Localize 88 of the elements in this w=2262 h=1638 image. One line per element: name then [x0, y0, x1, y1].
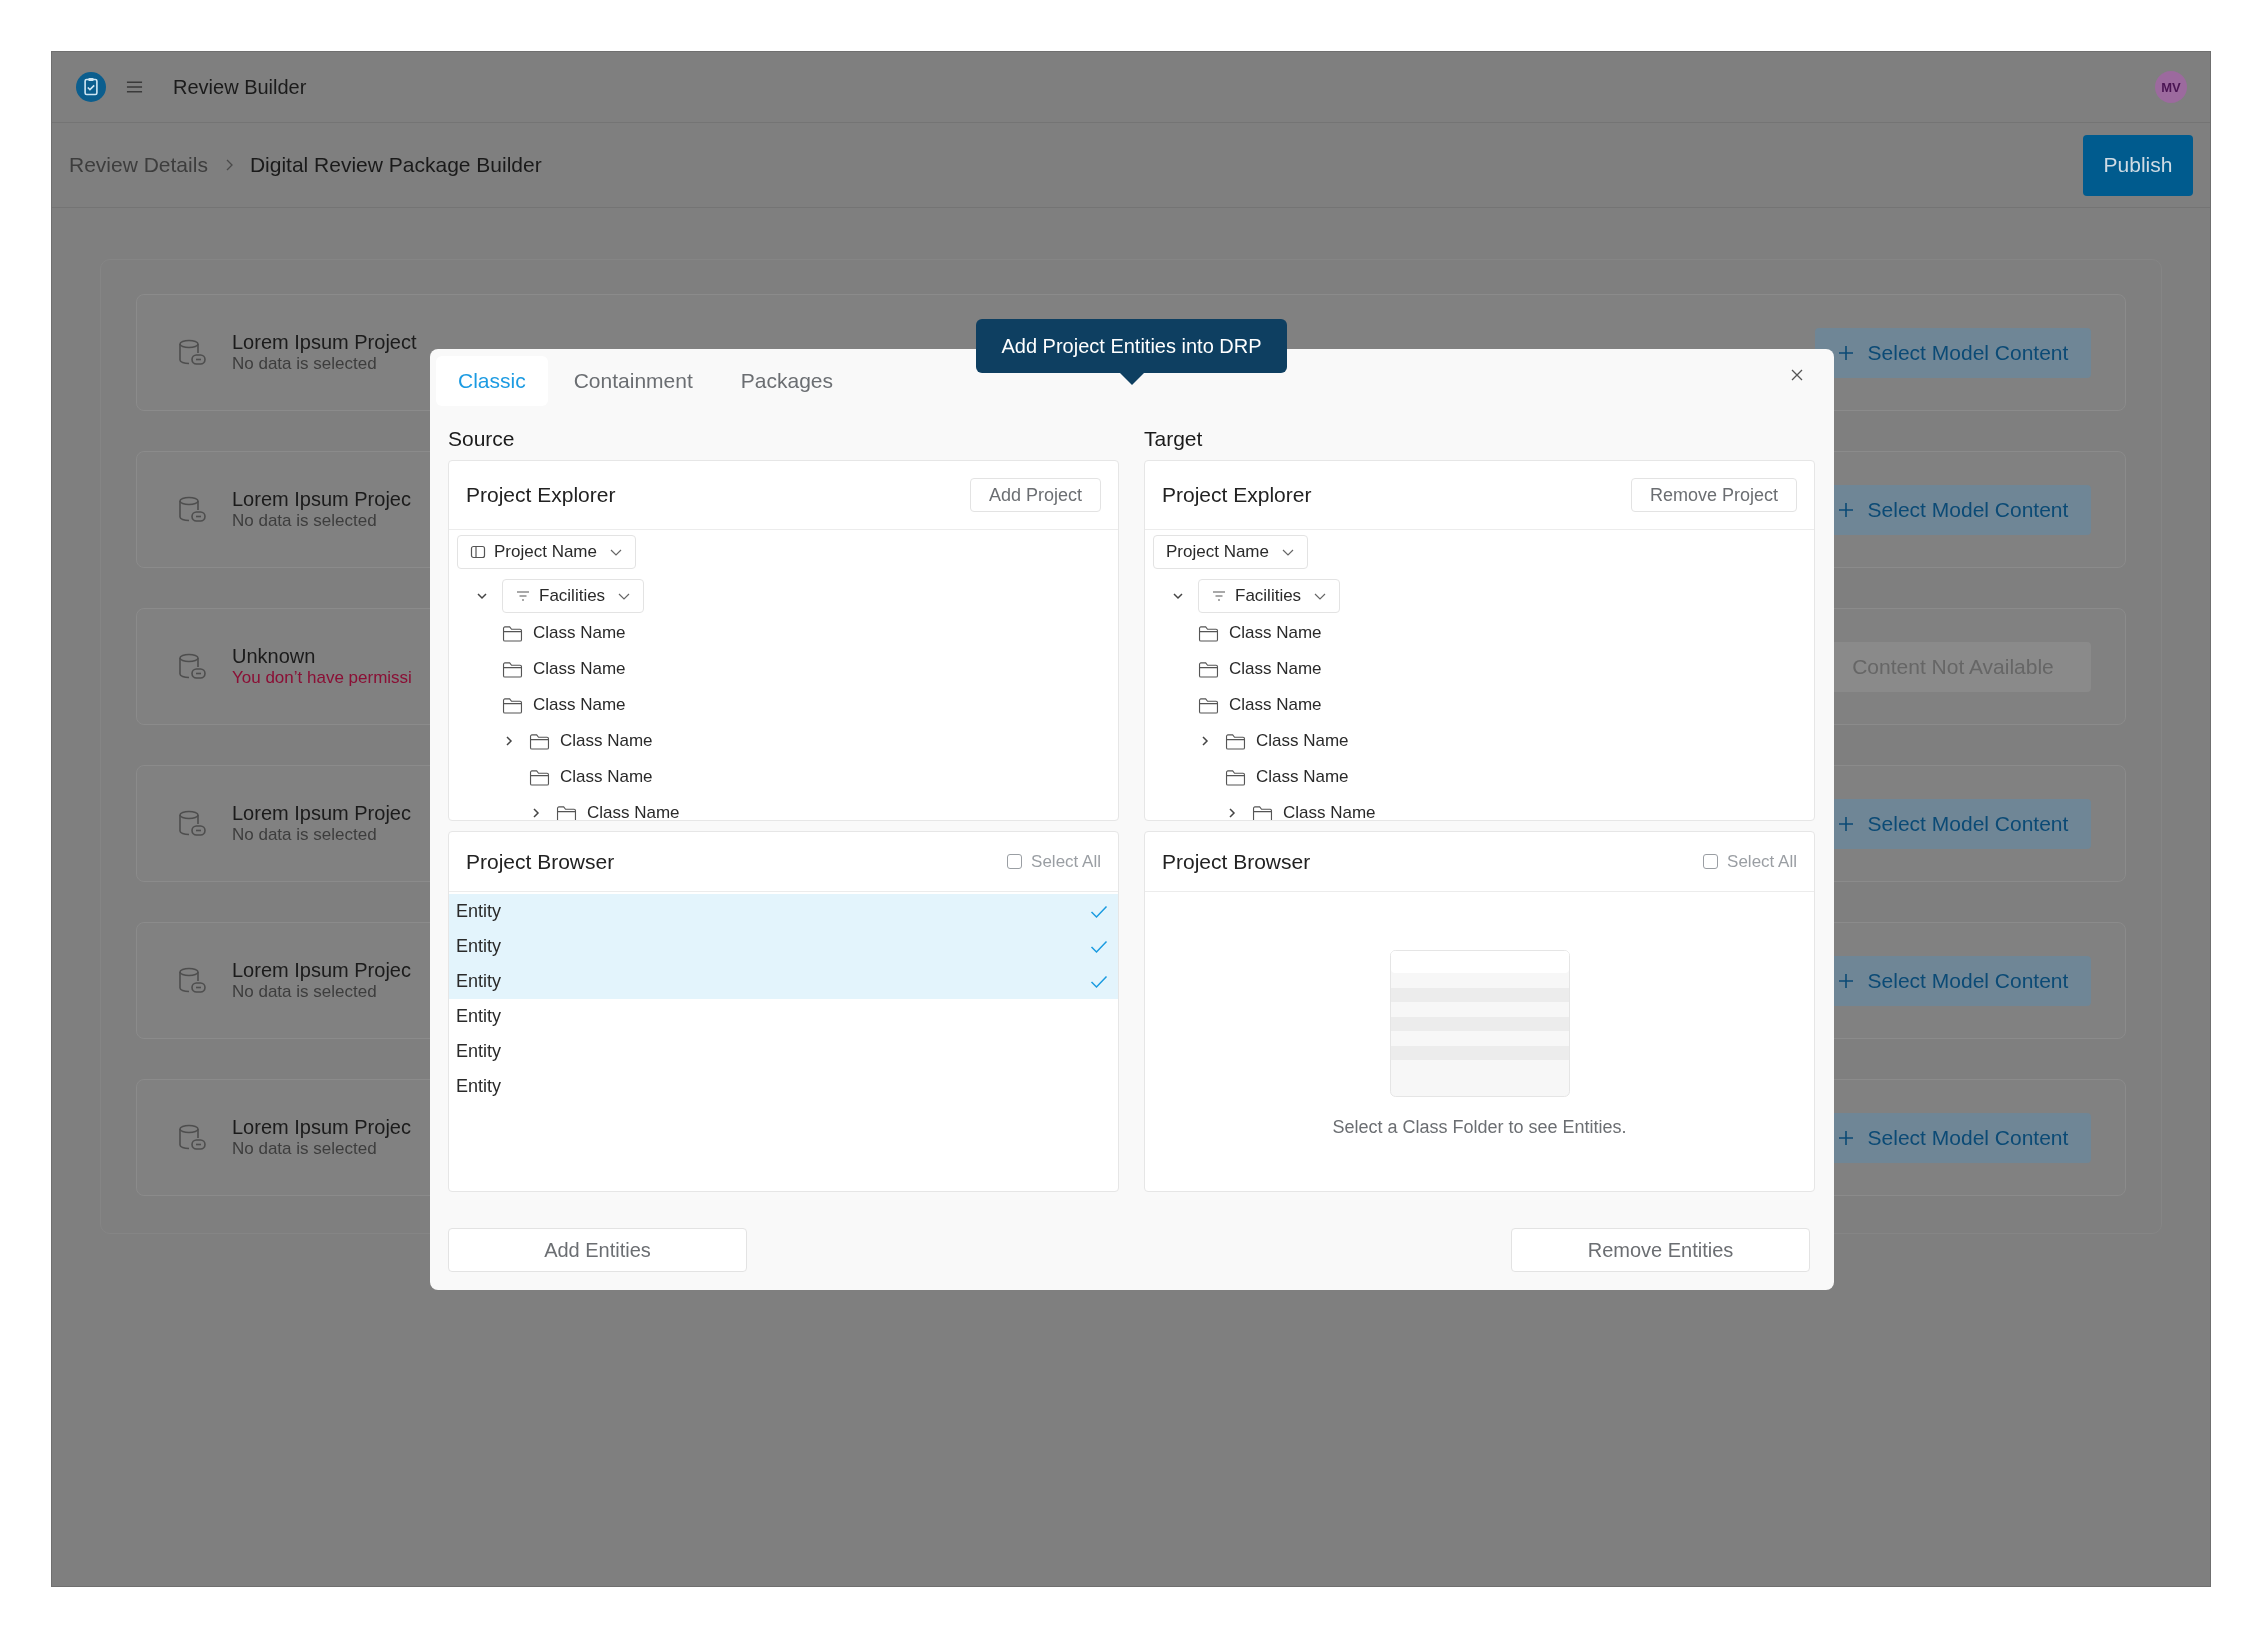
folder-icon	[1198, 696, 1219, 714]
tree-item[interactable]: Class Name	[533, 659, 626, 679]
breadcrumb-current: Digital Review Package Builder	[249, 153, 542, 177]
filter-dropdown[interactable]: Facilities	[1198, 579, 1341, 613]
database-link-icon	[177, 1122, 207, 1153]
check-icon	[1090, 939, 1108, 954]
plus-icon	[1837, 972, 1854, 989]
database-link-icon	[177, 965, 207, 996]
panel-title: Project Explorer	[466, 483, 616, 507]
section-heading: Source	[448, 426, 516, 452]
tab[interactable]: Containment	[551, 356, 715, 406]
empty-state-message: Select a Class Folder to see Entities.	[1332, 1117, 1627, 1138]
publish-button[interactable]: Publish	[2083, 134, 2193, 196]
add-entities-button[interactable]: Add Entities	[448, 1228, 747, 1272]
tooltip: Add Project Entities into DRP	[976, 319, 1287, 373]
entity-row[interactable]: Entity	[449, 894, 1118, 929]
entity-row[interactable]: Entity	[449, 999, 1118, 1034]
close-icon[interactable]	[1790, 368, 1804, 382]
sidebar-icon	[470, 544, 486, 560]
project-status: No data is selected	[232, 354, 378, 374]
add-project-button[interactable]: Add Project	[969, 478, 1101, 512]
select-all-checkbox[interactable]	[1007, 854, 1023, 869]
tree-item[interactable]: Class Name	[533, 623, 626, 643]
entity-row[interactable]: Entity	[449, 964, 1118, 999]
folder-icon	[556, 804, 577, 820]
filter-dropdown[interactable]: Facilities	[502, 579, 645, 613]
filter-icon	[1211, 588, 1227, 604]
select-all-label: Select All	[1031, 851, 1101, 872]
project-dropdown[interactable]: Project Name	[457, 535, 636, 569]
tab[interactable]: Packages	[718, 356, 855, 406]
project-status: No data is selected	[232, 825, 378, 845]
entity-row[interactable]: Entity	[449, 929, 1118, 964]
folder-icon	[1225, 732, 1246, 750]
section-heading: Target	[1144, 426, 1204, 452]
project-status: You don’t have permissi	[232, 668, 412, 688]
project-status: No data is selected	[232, 1139, 378, 1159]
remove-entities-button[interactable]: Remove Entities	[1511, 1228, 1810, 1272]
tree-item[interactable]: Class Name	[560, 767, 653, 787]
project-name: Unknown	[232, 645, 317, 668]
database-link-icon	[177, 808, 207, 839]
tree-item[interactable]: Class Name	[587, 803, 680, 820]
folder-icon	[529, 768, 550, 786]
tree-item[interactable]: Class Name	[1256, 767, 1349, 787]
project-dropdown[interactable]: Project Name	[1153, 535, 1308, 569]
select-all-checkbox[interactable]	[1703, 854, 1719, 869]
project-name: Lorem Ipsum Projec	[232, 959, 411, 982]
folder-icon	[529, 732, 550, 750]
plus-icon	[1837, 501, 1854, 518]
tree-item[interactable]: Class Name	[1229, 623, 1322, 643]
folder-icon	[1198, 660, 1219, 678]
folder-icon	[502, 696, 523, 714]
check-icon	[1090, 904, 1108, 919]
select-all-label: Select All	[1727, 851, 1797, 872]
project-name: Lorem Ipsum Projec	[232, 1116, 411, 1139]
plus-icon	[1837, 344, 1854, 361]
project-name: Lorem Ipsum Projec	[232, 488, 411, 511]
clipboard-check-icon	[76, 72, 106, 102]
tooltip-pointer	[1120, 373, 1144, 385]
folder-icon	[502, 660, 523, 678]
tree-item[interactable]: Class Name	[533, 695, 626, 715]
menu-icon[interactable]	[126, 80, 143, 94]
project-name: Lorem Ipsum Projec	[232, 802, 411, 825]
project-status: No data is selected	[232, 982, 378, 1002]
tree-item[interactable]: Class Name	[560, 731, 653, 751]
folder-icon	[1252, 804, 1273, 820]
entity-row[interactable]: Entity	[449, 1069, 1118, 1104]
panel-title: Project Browser	[466, 849, 615, 874]
folder-icon	[502, 624, 523, 642]
plus-icon	[1837, 1129, 1854, 1146]
database-link-icon	[177, 337, 207, 368]
filter-icon	[515, 588, 531, 604]
folder-icon	[1198, 624, 1219, 642]
database-link-icon	[177, 651, 207, 682]
tree-item[interactable]: Class Name	[1229, 659, 1322, 679]
project-status: No data is selected	[232, 511, 378, 531]
check-icon	[1090, 974, 1108, 989]
remove-project-button[interactable]: Remove Project	[1630, 478, 1797, 512]
tree-item[interactable]: Class Name	[1283, 803, 1376, 820]
tree-item[interactable]: Class Name	[1256, 731, 1349, 751]
project-name: Lorem Ipsum Project	[232, 331, 417, 354]
folder-icon	[1225, 768, 1246, 786]
panel-title: Project Explorer	[1162, 483, 1312, 507]
database-link-icon	[177, 494, 207, 525]
entity-row[interactable]: Entity	[449, 1034, 1118, 1069]
plus-icon	[1837, 815, 1854, 832]
panel-title: Project Browser	[1162, 849, 1311, 874]
tree-item[interactable]: Class Name	[1229, 695, 1322, 715]
app-title: Review Builder	[173, 75, 307, 99]
